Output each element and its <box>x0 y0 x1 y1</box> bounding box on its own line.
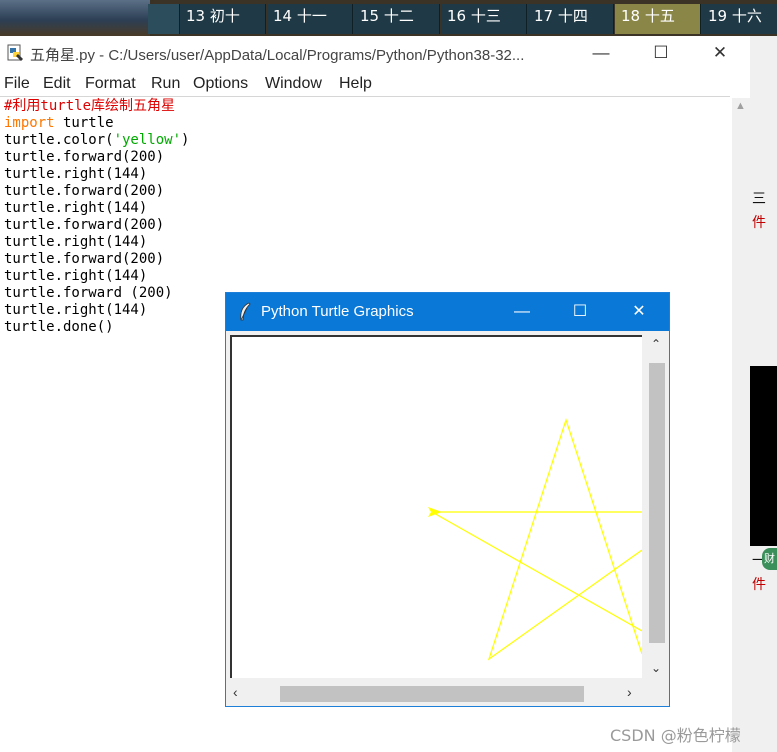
menu-format[interactable]: Format <box>85 75 136 93</box>
idle-menubar: File Edit Format Run Options Window Help <box>0 72 730 96</box>
code-color-line: turtle.color('yellow') <box>4 132 728 149</box>
editor-vertical-scrollbar[interactable]: ▲ <box>732 98 750 752</box>
code-line: turtle.forward(200) <box>4 183 165 199</box>
scroll-left-icon[interactable]: ‹ <box>233 684 238 700</box>
calendar-day-19[interactable]: 19 十六 <box>702 4 777 34</box>
turtle-horizontal-scrollbar[interactable]: ‹ › <box>230 683 644 703</box>
color-string: 'yellow' <box>113 132 182 148</box>
turtle-graphics-window: Python Turtle Graphics — ☐ ✕ ⌃ ⌄ ‹ › <box>225 292 670 707</box>
calendar-day-14[interactable]: 14 十一 <box>267 4 353 34</box>
calendar-day-15[interactable]: 15 十二 <box>354 4 440 34</box>
side-badge[interactable]: 财 <box>762 548 777 570</box>
python-file-icon <box>7 44 23 61</box>
calendar-day-16[interactable]: 16 十三 <box>441 4 527 34</box>
maximize-button[interactable]: ☐ <box>638 40 684 66</box>
code-line: turtle.forward(200) <box>4 251 165 267</box>
menu-help[interactable]: Help <box>339 75 372 93</box>
turtle-close-button[interactable]: ✕ <box>616 299 662 325</box>
side-text-fragment-red: 件 <box>752 577 766 593</box>
idle-titlebar[interactable]: 五角星.py - C:/Users/user/AppData/Local/Pro… <box>0 36 750 70</box>
code-import-line: import turtle <box>4 115 728 132</box>
calendar-decoration <box>0 0 150 36</box>
minimize-button[interactable]: — <box>578 40 624 66</box>
vertical-scroll-thumb[interactable] <box>649 363 665 643</box>
menu-edit[interactable]: Edit <box>43 75 71 93</box>
calendar-cell-partial <box>148 4 180 34</box>
side-text-fragment: 三 <box>752 191 766 207</box>
code-line: turtle.right(144) <box>4 234 148 250</box>
scroll-up-arrow-icon[interactable]: ▲ <box>735 100 746 112</box>
turtle-titlebar[interactable]: Python Turtle Graphics — ☐ ✕ <box>226 293 669 331</box>
menu-window[interactable]: Window <box>265 75 322 93</box>
scroll-right-icon[interactable]: › <box>627 684 632 700</box>
csdn-watermark: CSDN @粉色柠檬 <box>610 726 741 745</box>
horizontal-scroll-thumb[interactable] <box>280 686 584 702</box>
code-line: turtle.forward(200) <box>4 149 165 165</box>
background-app-edge: 三 件 一 财 件 <box>750 36 777 752</box>
code-line: turtle.right(144) <box>4 268 148 284</box>
star-drawing <box>428 418 642 661</box>
turtle-arrow-icon <box>428 507 442 517</box>
calendar-day-18-today[interactable]: 18 十五 <box>615 4 701 34</box>
side-text-fragment-red: 件 <box>752 215 766 231</box>
turtle-window-title: Python Turtle Graphics <box>261 303 414 320</box>
code-comment-line: #利用turtle库绘制五角星 <box>4 98 176 114</box>
scroll-up-icon[interactable]: ⌃ <box>651 337 661 351</box>
calendar-strip: 13 初十 14 十一 15 十二 16 十三 17 十四 18 十五 19 十… <box>0 0 777 36</box>
code-line: turtle.forward(200) <box>4 217 165 233</box>
idle-window-title: 五角星.py - C:/Users/user/AppData/Local/Pro… <box>30 47 525 64</box>
code-line: turtle.right(144) <box>4 200 148 216</box>
star-path-segment <box>431 511 642 632</box>
close-button[interactable]: ✕ <box>697 40 743 66</box>
scroll-down-icon[interactable]: ⌄ <box>651 661 661 675</box>
calendar-day-13[interactable]: 13 初十 <box>180 4 266 34</box>
menu-options[interactable]: Options <box>193 75 248 93</box>
menu-separator <box>0 96 730 97</box>
turtle-vertical-scrollbar[interactable]: ⌃ ⌄ <box>646 335 666 681</box>
code-line: turtle.right(144) <box>4 166 148 182</box>
turtle-canvas[interactable] <box>230 335 642 678</box>
side-dark-panel <box>750 366 777 546</box>
menu-file[interactable]: File <box>4 75 30 93</box>
turtle-minimize-button[interactable]: — <box>499 299 545 325</box>
import-module: turtle <box>54 115 114 131</box>
star-path-segment <box>487 418 642 661</box>
turtle-maximize-button[interactable]: ☐ <box>557 299 603 325</box>
feather-icon <box>240 302 251 321</box>
color-call: turtle.color( <box>4 132 114 148</box>
color-close: ) <box>181 132 190 148</box>
menu-run[interactable]: Run <box>151 75 180 93</box>
calendar-day-17[interactable]: 17 十四 <box>528 4 614 34</box>
import-keyword: import <box>4 115 55 131</box>
